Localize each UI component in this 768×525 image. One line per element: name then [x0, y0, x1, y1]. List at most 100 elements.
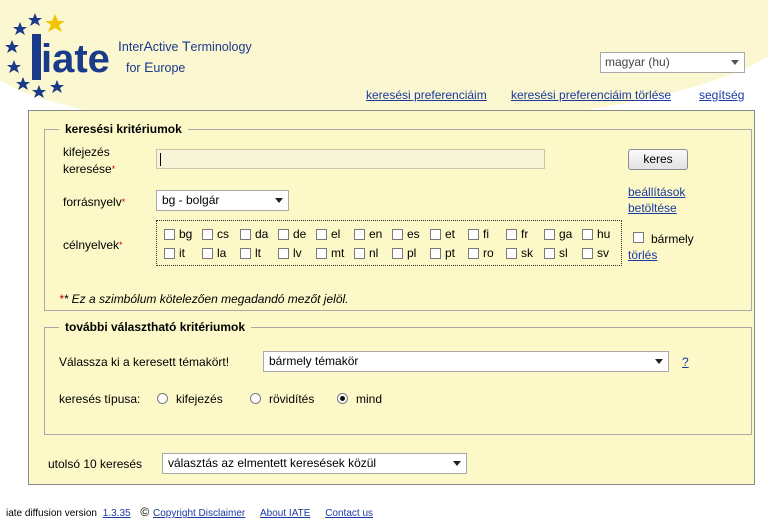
lang-label-sk: sk — [521, 246, 533, 260]
version-label: iate diffusion version — [6, 508, 97, 519]
lang-label-el: el — [331, 227, 341, 241]
lang-label-sl: sl — [559, 246, 568, 260]
checkbox-lv[interactable] — [278, 248, 289, 259]
ui-language-value: magyar (hu) — [605, 55, 670, 69]
lang-label-it: it — [179, 246, 185, 260]
term-label-line1: kifejezés — [63, 145, 110, 159]
checkbox-en[interactable] — [354, 229, 365, 240]
lang-label-lt: lt — [255, 246, 261, 260]
checkbox-la[interactable] — [202, 248, 213, 259]
lang-label-la: la — [217, 246, 227, 260]
recent-searches-label: utolsó 10 keresés — [48, 457, 143, 471]
checkbox-pl[interactable] — [392, 248, 403, 259]
iate-logo[interactable]: iate — [5, 10, 115, 100]
checkbox-lt[interactable] — [240, 248, 251, 259]
title-part-2: ctive — [152, 40, 182, 54]
lang-label-bg: bg — [179, 227, 193, 241]
lang-label-es: es — [407, 227, 420, 241]
lang-label-en: en — [369, 227, 383, 241]
copyright-disclaimer-link[interactable]: Copyright Disclaimer — [153, 508, 245, 519]
copyright-icon: © — [140, 505, 150, 519]
lang-label-hu: hu — [597, 227, 611, 241]
clear-preferences-link[interactable]: keresési preferenciáim törlése — [511, 88, 671, 102]
title-part-3: erminology — [190, 40, 252, 54]
load-settings-link-1[interactable]: beállítások — [628, 184, 685, 200]
lang-label-lv: lv — [293, 246, 302, 260]
version-link[interactable]: 1.3.35 — [103, 508, 131, 519]
domain-label: Válassza ki a keresett témakört! — [59, 355, 230, 369]
lang-label-cs: cs — [217, 227, 229, 241]
recent-searches-value: választás az elmentett keresések közül — [168, 456, 377, 470]
checkbox-it[interactable] — [164, 248, 175, 259]
star-ring-icon: iate — [5, 13, 110, 98]
checkbox-fi[interactable] — [468, 229, 479, 240]
about-iate-link[interactable]: About IATE — [260, 508, 310, 519]
search-button[interactable]: keres — [628, 149, 688, 170]
checkbox-hu[interactable] — [582, 229, 593, 240]
required-note: ** Ez a szimbólum kötelezően megadandó m… — [59, 292, 349, 306]
search-term-input[interactable] — [156, 149, 545, 169]
search-preferences-link[interactable]: keresési preferenciáim — [366, 88, 487, 102]
domain-select[interactable]: bármely témakör — [263, 351, 669, 372]
checkbox-et[interactable] — [430, 229, 441, 240]
domain-help-link[interactable]: ? — [682, 354, 689, 370]
any-language-label: bármely — [651, 232, 694, 246]
checkbox-ro[interactable] — [468, 248, 479, 259]
checkbox-any-language[interactable] — [633, 232, 644, 243]
radio-all-label: mind — [356, 392, 383, 406]
checkbox-pt[interactable] — [430, 248, 441, 259]
search-panel: keresési kritériumok kifejezés keresése*… — [28, 110, 755, 485]
chevron-down-icon — [655, 359, 663, 364]
chevron-down-icon — [275, 198, 283, 203]
checkbox-da[interactable] — [240, 229, 251, 240]
checkbox-sk[interactable] — [506, 248, 517, 259]
chevron-down-icon — [731, 60, 739, 65]
target-languages-box: bg cs da de el en es et fi fr ga hu it l… — [156, 220, 622, 266]
checkbox-sv[interactable] — [582, 248, 593, 259]
search-criteria-fieldset: keresési kritériumok kifejezés keresése*… — [44, 122, 752, 311]
required-note-text: * Ez a szimbólum kötelezően megadandó me… — [63, 292, 349, 306]
checkbox-cs[interactable] — [202, 229, 213, 240]
checkbox-bg[interactable] — [164, 229, 175, 240]
search-criteria-legend: keresési kritériumok — [59, 122, 188, 136]
help-link[interactable]: segítség — [699, 88, 744, 102]
clear-languages-link[interactable]: törlés — [628, 247, 657, 263]
lang-label-ro: ro — [483, 246, 494, 260]
lang-label-da: da — [255, 227, 269, 241]
checkbox-es[interactable] — [392, 229, 403, 240]
checkbox-de[interactable] — [278, 229, 289, 240]
checkbox-fr[interactable] — [506, 229, 517, 240]
radio-term[interactable] — [157, 393, 168, 404]
optional-criteria-legend: további választható kritériumok — [59, 320, 252, 334]
checkbox-ga[interactable] — [544, 229, 555, 240]
source-language-value: bg - bolgár — [162, 193, 220, 207]
source-language-select[interactable]: bg - bolgár — [156, 190, 289, 211]
lang-label-de: de — [293, 227, 307, 241]
logo-title: InterActive Terminology for Europe — [118, 38, 252, 75]
radio-term-label: kifejezés — [176, 392, 223, 406]
checkbox-sl[interactable] — [544, 248, 555, 259]
lang-label-sv: sv — [597, 246, 609, 260]
lang-label-nl: nl — [369, 246, 379, 260]
logo-text: iate — [41, 37, 110, 81]
search-type-label: keresés típusa: — [59, 392, 141, 406]
ui-language-select[interactable]: magyar (hu) — [600, 52, 745, 73]
optional-criteria-fieldset: további választható kritériumok Válassza… — [44, 320, 752, 435]
recent-searches-select[interactable]: választás az elmentett keresések közül — [162, 453, 467, 474]
lang-label-fr: fr — [521, 227, 529, 241]
term-label: keresése* — [63, 162, 116, 176]
checkbox-mt[interactable] — [316, 248, 327, 259]
load-settings-link-2[interactable]: betöltése — [628, 200, 677, 216]
radio-all[interactable] — [337, 393, 348, 404]
contact-us-link[interactable]: Contact us — [325, 508, 373, 519]
checkbox-el[interactable] — [316, 229, 327, 240]
source-language-label: forrásnyelv* — [63, 195, 126, 209]
title-part-1: nter — [121, 40, 144, 54]
target-languages-label: célnyelvek* — [63, 238, 123, 252]
lang-label-mt: mt — [331, 246, 345, 260]
lang-label-ga: ga — [559, 227, 573, 241]
lang-label-pt: pt — [445, 246, 456, 260]
radio-abbreviation[interactable] — [250, 393, 261, 404]
radio-abbreviation-label: rövidítés — [269, 392, 315, 406]
checkbox-nl[interactable] — [354, 248, 365, 259]
